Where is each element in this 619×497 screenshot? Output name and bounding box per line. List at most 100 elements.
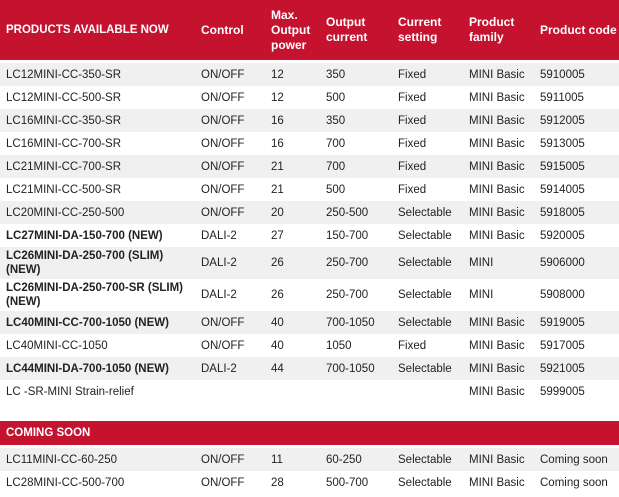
cell-max-output-power: 40: [265, 334, 320, 357]
cell-product-name: LC44MINI-DA-700-1050 (NEW): [0, 357, 195, 380]
cell-control: ON/OFF: [195, 155, 265, 178]
cell-product-name: LC26MINI-DA-250-700 (SLIM) (NEW): [0, 247, 195, 279]
cell-control: DALI-2: [195, 279, 265, 311]
cell-current-setting: Selectable: [392, 311, 463, 334]
cell-product-family: MINI Basic: [463, 334, 534, 357]
header-output-current: Output current: [320, 0, 392, 60]
cell-product-code: 5913005: [534, 132, 619, 155]
cell-control: ON/OFF: [195, 178, 265, 201]
cell-product-code: 5906000: [534, 247, 619, 279]
cell-product-code: 5914005: [534, 178, 619, 201]
cell-product-family: MINI Basic: [463, 311, 534, 334]
cell-max-output-power: 27: [265, 224, 320, 247]
cell-product-family: MINI Basic: [463, 448, 534, 471]
cell-product-family: MINI Basic: [463, 86, 534, 109]
cell-product-name: LC12MINI-CC-350-SR: [0, 63, 195, 86]
table-row: LC40MINI-CC-1050 ON/OFF 40 1050 Fixed MINI Ba…: [0, 334, 619, 357]
cell-output-current: 250-700: [320, 279, 392, 311]
cell-current-setting: Fixed: [392, 86, 463, 109]
cell-output-current: 60-250: [320, 448, 392, 471]
cell-control: ON/OFF: [195, 109, 265, 132]
cell-output-current: 350: [320, 109, 392, 132]
cell-product-family: MINI Basic: [463, 380, 534, 403]
cell-max-output-power: 21: [265, 155, 320, 178]
header-product-code: Product code: [534, 0, 619, 60]
header-current-setting: Current setting: [392, 0, 463, 60]
cell-output-current: 500: [320, 86, 392, 109]
cell-product-name: LC20MINI-CC-250-500: [0, 201, 195, 224]
coming-soon-products-body: LC11MINI-CC-60-250 ON/OFF 11 60-250 Selectab…: [0, 448, 619, 494]
cell-control: ON/OFF: [195, 471, 265, 494]
cell-current-setting: Fixed: [392, 334, 463, 357]
table-row: LC16MINI-CC-350-SR ON/OFF 16 350 Fixed MINI B…: [0, 109, 619, 132]
table-row: LC12MINI-CC-500-SR ON/OFF 12 500 Fixed MINI B…: [0, 86, 619, 109]
cell-max-output-power: 11: [265, 448, 320, 471]
cell-max-output-power: 26: [265, 279, 320, 311]
cell-current-setting: Selectable: [392, 357, 463, 380]
cell-max-output-power: 21: [265, 178, 320, 201]
cell-current-setting: Selectable: [392, 279, 463, 311]
table-row: LC26MINI-DA-250-700 (SLIM) (NEW) DALI-2 26…: [0, 247, 619, 279]
cell-current-setting: Fixed: [392, 178, 463, 201]
cell-max-output-power: 26: [265, 247, 320, 279]
cell-max-output-power: 28: [265, 471, 320, 494]
header-row: PRODUCTS AVAILABLE NOW Control Max. Outp…: [0, 0, 619, 60]
cell-product-family: MINI Basic: [463, 109, 534, 132]
cell-current-setting: Fixed: [392, 109, 463, 132]
cell-product-name: LC16MINI-CC-350-SR: [0, 109, 195, 132]
cell-control: ON/OFF: [195, 448, 265, 471]
cell-output-current: 350: [320, 63, 392, 86]
cell-product-code: 5912005: [534, 109, 619, 132]
cell-product-name: LC11MINI-CC-60-250: [0, 448, 195, 471]
cell-control: [195, 380, 265, 403]
available-products-body: LC12MINI-CC-350-SR ON/OFF 12 350 Fixed MINI B…: [0, 60, 619, 403]
table-row: LC20MINI-CC-250-500 ON/OFF 20 250-500 Select…: [0, 201, 619, 224]
cell-product-family: MINI Basic: [463, 357, 534, 380]
cell-product-name: LC27MINI-DA-150-700 (NEW): [0, 224, 195, 247]
cell-product-name: LC12MINI-CC-500-SR: [0, 86, 195, 109]
cell-control: ON/OFF: [195, 334, 265, 357]
cell-product-code: 5918005: [534, 201, 619, 224]
cell-product-family: MINI Basic: [463, 224, 534, 247]
cell-current-setting: Selectable: [392, 224, 463, 247]
cell-control: DALI-2: [195, 224, 265, 247]
table-row: LC40MINI-CC-700-1050 (NEW) ON/OFF 40 700-10…: [0, 311, 619, 334]
cell-product-code: 5910005: [534, 63, 619, 86]
cell-product-code: Coming soon: [534, 471, 619, 494]
cell-output-current: 250-500: [320, 201, 392, 224]
table-row: LC28MINI-CC-500-700 ON/OFF 28 500-700 Select…: [0, 471, 619, 494]
cell-product-code: Coming soon: [534, 448, 619, 471]
table-row: LC26MINI-DA-250-700-SR (SLIM) (NEW) DALI-…: [0, 279, 619, 311]
cell-product-name: LC40MINI-CC-700-1050 (NEW): [0, 311, 195, 334]
cell-product-family: MINI Basic: [463, 201, 534, 224]
cell-control: ON/OFF: [195, 132, 265, 155]
table-row: LC -SR-MINI Strain-relief MINI Basic 59990…: [0, 380, 619, 403]
table-row: LC16MINI-CC-700-SR ON/OFF 16 700 Fixed MINI B…: [0, 132, 619, 155]
cell-product-name: LC16MINI-CC-700-SR: [0, 132, 195, 155]
table-row: LC44MINI-DA-700-1050 (NEW) DALI-2 44 700-10…: [0, 357, 619, 380]
cell-product-name: LC21MINI-CC-500-SR: [0, 178, 195, 201]
cell-output-current: [320, 380, 392, 403]
section-gap: [0, 403, 619, 421]
cell-max-output-power: 16: [265, 132, 320, 155]
cell-product-name: LC -SR-MINI Strain-relief: [0, 380, 195, 403]
cell-max-output-power: 44: [265, 357, 320, 380]
cell-product-code: 5917005: [534, 334, 619, 357]
header-max-output-power: Max. Output power: [265, 0, 320, 60]
cell-product-family: MINI: [463, 279, 534, 311]
cell-product-code: 5908000: [534, 279, 619, 311]
cell-max-output-power: 16: [265, 109, 320, 132]
cell-current-setting: Selectable: [392, 201, 463, 224]
cell-current-setting: Fixed: [392, 63, 463, 86]
cell-max-output-power: 20: [265, 201, 320, 224]
cell-product-family: MINI Basic: [463, 471, 534, 494]
cell-max-output-power: [265, 380, 320, 403]
cell-product-name: LC40MINI-CC-1050: [0, 334, 195, 357]
table-row: LC21MINI-CC-500-SR ON/OFF 21 500 Fixed MINI B…: [0, 178, 619, 201]
header-product-family: Product family: [463, 0, 534, 60]
cell-output-current: 500: [320, 178, 392, 201]
cell-product-code: 5920005: [534, 224, 619, 247]
cell-product-code: 5999005: [534, 380, 619, 403]
cell-output-current: 700: [320, 132, 392, 155]
cell-output-current: 700-1050: [320, 311, 392, 334]
